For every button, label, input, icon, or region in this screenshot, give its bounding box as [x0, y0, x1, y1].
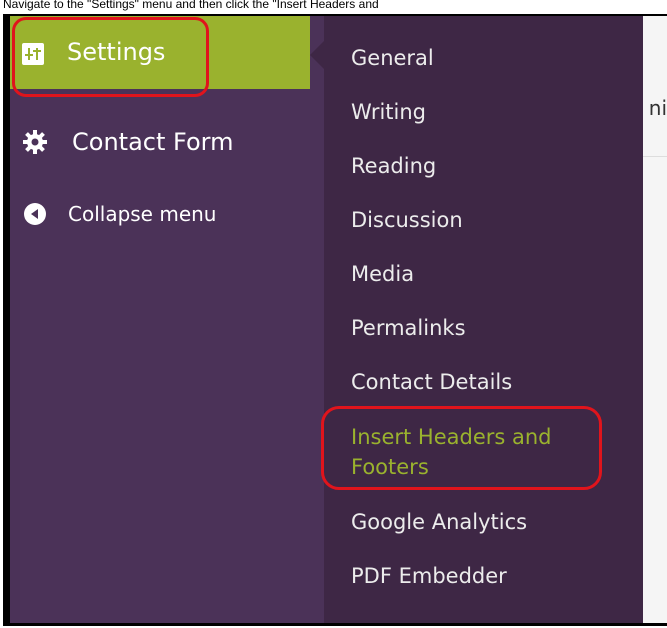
frame-border-left — [3, 14, 10, 626]
collapse-menu-button[interactable]: Collapse menu — [10, 196, 310, 236]
collapse-arrow-icon — [24, 203, 46, 225]
instruction-caption: Navigate to the "Settings" menu and then… — [3, 0, 379, 11]
submenu-item-permalinks[interactable]: Permalinks — [351, 316, 466, 340]
screenshot-frame: ni Settings Contact Form Collapse menu G… — [3, 14, 667, 626]
submenu-item-pdf-embedder[interactable]: PDF Embedder — [351, 564, 507, 588]
submenu-item-reading[interactable]: Reading — [351, 154, 436, 178]
sidebar-item-contact-form-label: Contact Form — [72, 128, 234, 156]
settings-highlight-oval — [12, 17, 209, 97]
admin-sidebar — [10, 16, 324, 623]
submenu-pointer — [310, 41, 324, 69]
submenu-item-contact-details[interactable]: Contact Details — [351, 370, 512, 394]
submenu-item-writing[interactable]: Writing — [351, 100, 426, 124]
frame-border-bottom — [3, 623, 667, 626]
insert-headers-highlight-oval — [321, 406, 602, 490]
submenu-item-general[interactable]: General — [351, 46, 434, 70]
submenu-item-google-analytics[interactable]: Google Analytics — [351, 510, 527, 534]
collapse-menu-label: Collapse menu — [68, 202, 217, 226]
settings-submenu: General Writing Reading Discussion Media… — [324, 16, 643, 623]
sidebar-item-contact-form[interactable]: Contact Form — [10, 119, 310, 165]
submenu-item-media[interactable]: Media — [351, 262, 414, 286]
submenu-item-discussion[interactable]: Discussion — [351, 208, 463, 232]
content-text-fragment: ni — [648, 96, 667, 120]
gear-icon — [23, 130, 47, 154]
